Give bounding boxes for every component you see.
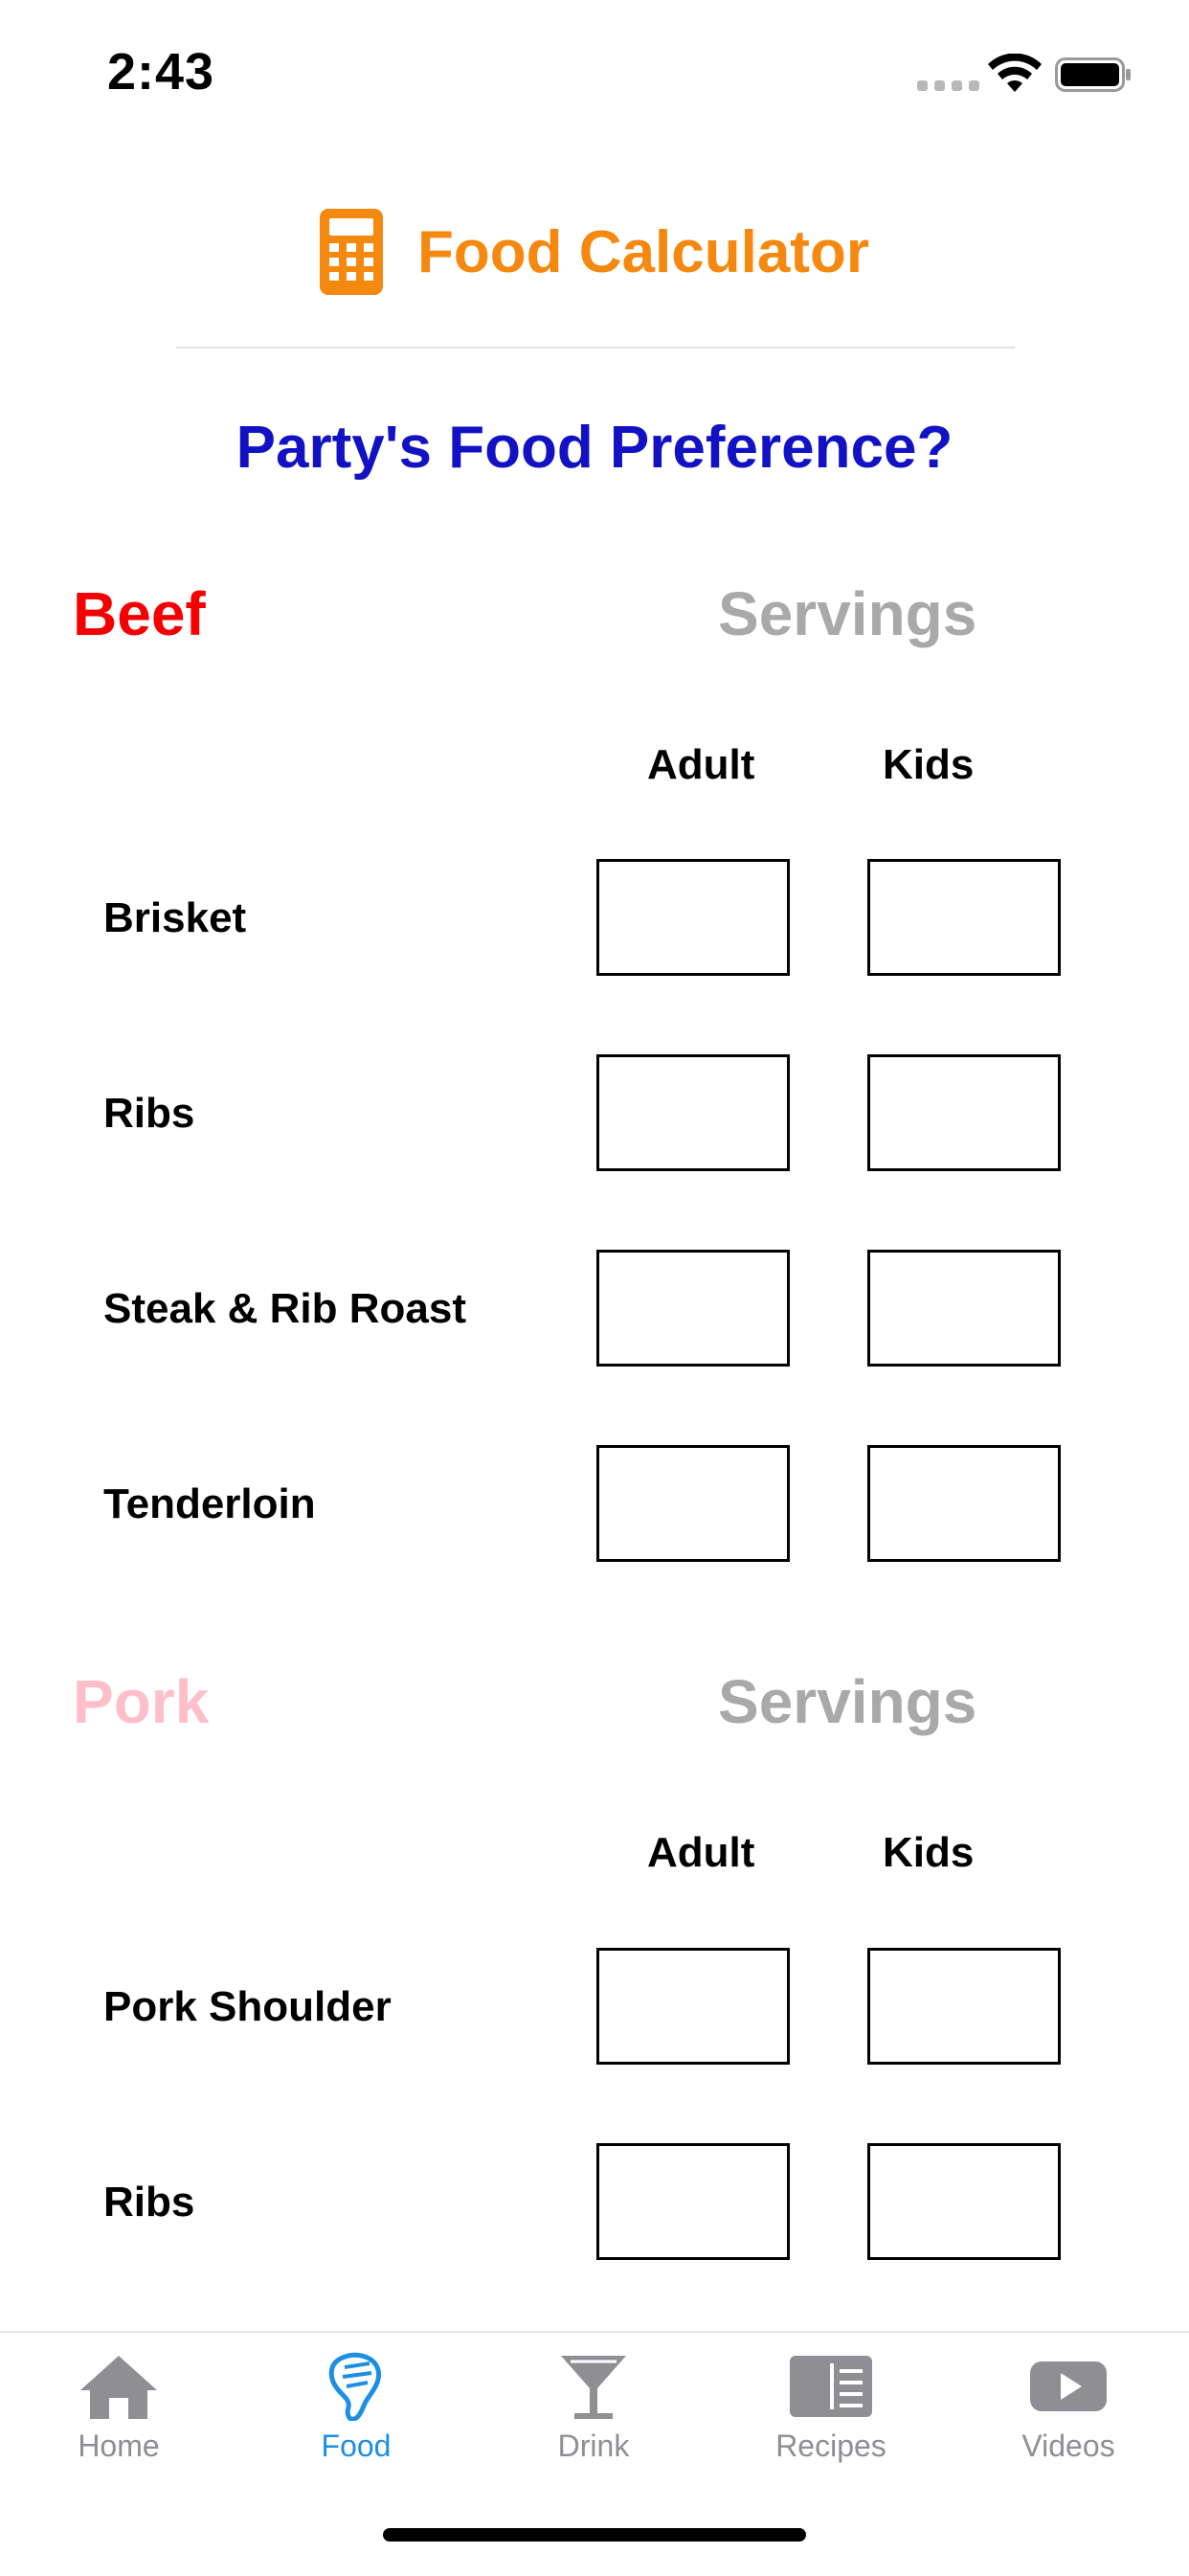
servings-header: Servings [718, 579, 977, 648]
tab-label: Drink [557, 2429, 630, 2463]
steak-rib-roast-adult-input[interactable] [596, 1250, 790, 1367]
play-video-icon [1030, 2361, 1107, 2411]
status-time: 2:43 [107, 43, 215, 101]
beef-ribs-adult-input[interactable] [596, 1054, 790, 1171]
adult-column-header: Adult [647, 741, 755, 788]
kids-column-header: Kids [883, 741, 975, 788]
pork-ribs-adult-input[interactable] [596, 2143, 790, 2260]
brisket-adult-input[interactable] [596, 859, 790, 976]
app-header: Food Calculator [0, 209, 1189, 295]
house-icon [80, 2356, 157, 2419]
tab-food[interactable]: Food [251, 2352, 461, 2464]
pork-shoulder-kids-input[interactable] [867, 1948, 1061, 2065]
battery-icon [1055, 57, 1131, 92]
tab-videos[interactable]: Videos [963, 2352, 1174, 2464]
tab-label: Food [321, 2429, 392, 2463]
header-divider [176, 347, 1015, 349]
tenderloin-kids-input[interactable] [867, 1445, 1061, 1562]
adult-column-header: Adult [647, 1829, 755, 1876]
brisket-kids-input[interactable] [867, 859, 1061, 976]
kids-column-header: Kids [883, 1829, 975, 1876]
item-label-beef-ribs: Ribs [103, 1090, 195, 1137]
tab-home[interactable]: Home [13, 2352, 224, 2464]
item-label-pork-shoulder: Pork Shoulder [103, 1983, 392, 2030]
tab-drink[interactable]: Drink [488, 2352, 699, 2464]
item-label-steak-rib-roast: Steak & Rib Roast [103, 1285, 466, 1332]
app-title: Food Calculator [417, 218, 869, 285]
meat-icon [328, 2352, 381, 2421]
category-label-pork: Pork [73, 1667, 210, 1736]
cocktail-glass-icon [561, 2356, 626, 2419]
item-label-brisket: Brisket [103, 894, 247, 941]
cellular-signal-icon [917, 80, 979, 91]
steak-rib-roast-kids-input[interactable] [867, 1250, 1061, 1367]
tab-label: Recipes [775, 2429, 886, 2463]
recipe-book-icon [790, 2356, 872, 2417]
servings-header: Servings [718, 1667, 977, 1736]
pork-shoulder-adult-input[interactable] [596, 1948, 790, 2065]
home-indicator [383, 2528, 806, 2542]
calculator-icon [320, 209, 384, 295]
beef-ribs-kids-input[interactable] [867, 1054, 1061, 1171]
tab-label: Home [78, 2429, 160, 2463]
category-label-beef: Beef [73, 579, 206, 648]
tenderloin-adult-input[interactable] [596, 1445, 790, 1562]
item-label-pork-ribs: Ribs [103, 2179, 195, 2226]
page-question: Party's Food Preference? [236, 415, 953, 481]
wifi-icon [988, 54, 1042, 92]
pork-ribs-kids-input[interactable] [867, 2143, 1061, 2260]
tab-recipes[interactable]: Recipes [726, 2352, 936, 2464]
item-label-tenderloin: Tenderloin [103, 1480, 316, 1527]
tab-label: Videos [1021, 2429, 1115, 2463]
